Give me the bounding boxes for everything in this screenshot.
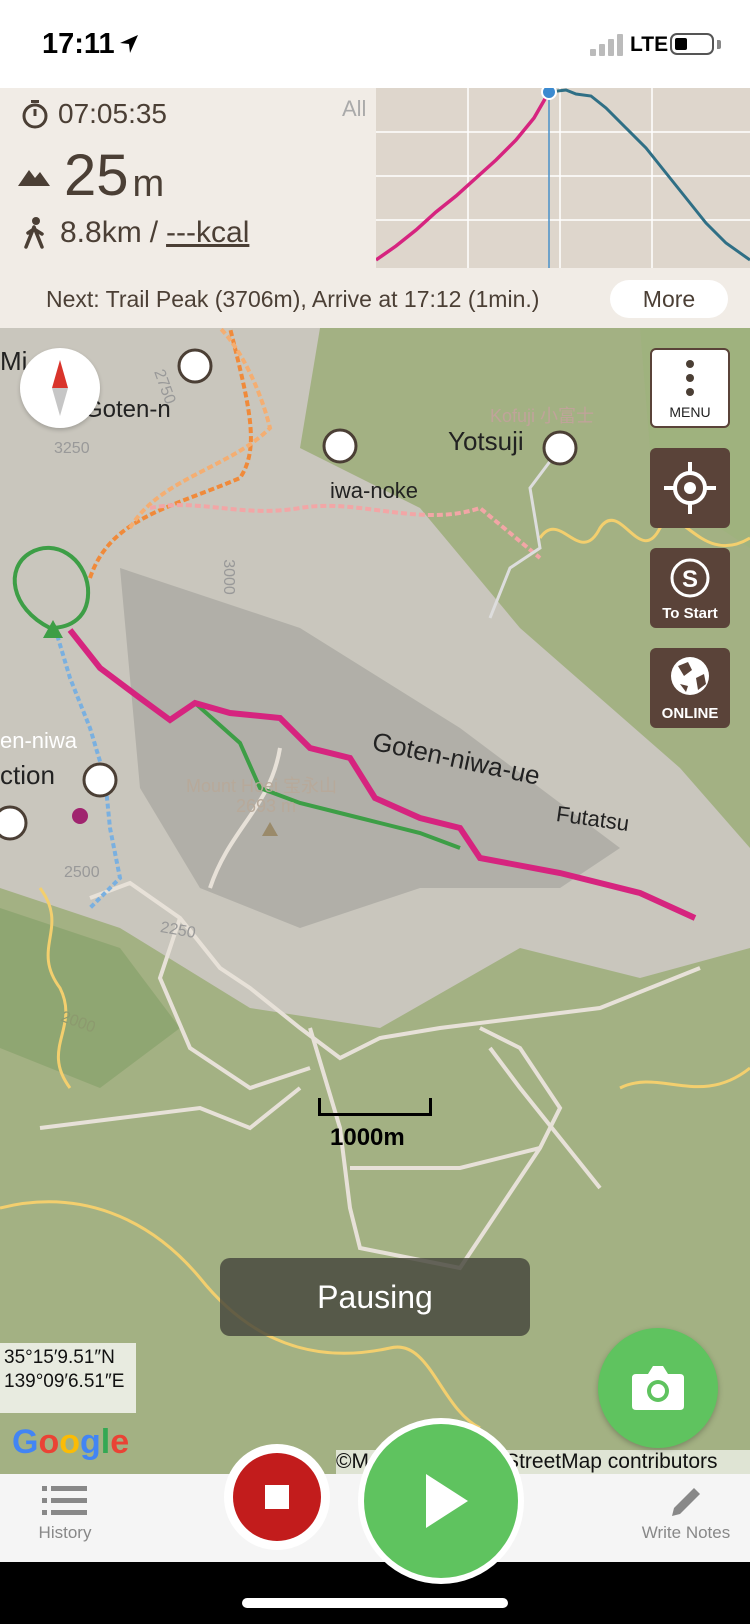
map-label-hoei-elevation: 2693 m [236, 796, 297, 816]
to-start-label: To Start [662, 605, 718, 622]
latitude: 35°15′9.51″N [4, 1347, 115, 1368]
svg-text:S: S [682, 566, 698, 593]
camera-icon [632, 1366, 684, 1410]
map-label-en-niwa: en-niwa [0, 728, 78, 753]
play-icon [364, 1424, 518, 1578]
camera-button[interactable] [598, 1328, 718, 1448]
list-icon [42, 1486, 87, 1515]
battery-icon [670, 33, 714, 55]
distance-separator: / [149, 216, 159, 249]
crosshair-icon [664, 462, 716, 514]
menu-button-label: MENU [669, 404, 711, 420]
history-tab[interactable]: History [30, 1484, 100, 1543]
location-arrow-icon [120, 35, 138, 53]
mountain-icon [18, 169, 50, 186]
walking-icon [24, 217, 44, 249]
online-label: ONLINE [661, 705, 719, 722]
next-waypoint-bar: Next: Trail Peak (3706m), Arrive at 17:1… [0, 272, 750, 328]
write-notes-label: Write Notes [641, 1523, 731, 1542]
elevation-row: 25 m [18, 142, 164, 209]
contour-label-3250: 3250 [54, 440, 90, 457]
current-location-button[interactable] [650, 448, 730, 528]
elapsed-row: 07:05:35 [20, 98, 167, 130]
elevation-unit: m [132, 163, 165, 205]
pencil-icon [672, 1488, 700, 1516]
distance-value: 8.8km [60, 216, 142, 249]
compass-button[interactable] [20, 348, 100, 428]
activity-summary: 07:05:35 25 m 8.8km / ---kcal All [0, 84, 750, 272]
distance-row: 8.8km / ---kcal [22, 216, 249, 250]
coordinates-readout: 35°15′9.51″N 139°09′6.51″E [0, 1343, 136, 1413]
stop-icon [233, 1453, 321, 1541]
resume-button[interactable] [358, 1418, 524, 1584]
elevation-profile-chart[interactable] [374, 84, 750, 268]
pausing-indicator: Pausing [220, 1258, 530, 1336]
map-scale-bar [318, 1098, 432, 1116]
more-vertical-icon [686, 360, 694, 396]
battery-cap [717, 40, 721, 49]
map-label-mount-hoei: Mount Hoei 宝永山 [186, 776, 338, 796]
map-label-yotsuji: Yotsuji [448, 426, 524, 456]
stopwatch-icon [22, 100, 48, 129]
map-label-ction: ction [0, 760, 55, 790]
online-map-button[interactable]: ONLINE [650, 648, 730, 728]
status-bar: 17:11 LTE [0, 0, 750, 88]
network-type: LTE [630, 33, 669, 56]
status-time: 17:11 [42, 28, 115, 60]
compass-icon [52, 360, 68, 416]
menu-button[interactable]: MENU [650, 348, 730, 428]
google-logo: Google [12, 1423, 130, 1461]
next-waypoint-text: Next: Trail Peak (3706m), Arrive at 17:1… [46, 286, 540, 312]
longitude: 139°09′6.51″E [4, 1371, 125, 1392]
profile-range-label: All [342, 96, 367, 121]
start-s-icon: S [670, 558, 710, 598]
more-button[interactable]: More [610, 280, 728, 318]
history-label: History [38, 1523, 92, 1542]
map-label-iwa-noke: iwa-noke [330, 478, 419, 503]
map-view[interactable]: Mi Goten-n Yotsuji Kofuji 小富士 iwa-noke G… [0, 328, 750, 1474]
elapsed-time: 07:05:35 [58, 98, 167, 129]
map-scale-label: 1000m [330, 1124, 405, 1151]
globe-icon [671, 657, 709, 695]
map-label-kofuji: Kofuji 小富士 [490, 406, 595, 426]
write-notes-tab[interactable]: Write Notes [636, 1484, 736, 1543]
to-start-button[interactable]: S To Start [650, 548, 730, 628]
contour-label-2500: 2500 [64, 864, 100, 881]
home-indicator[interactable] [242, 1598, 508, 1608]
calories-link[interactable]: ---kcal [166, 216, 249, 250]
stop-recording-button[interactable] [224, 1444, 330, 1550]
elevation-profile-graph [374, 84, 750, 268]
signal-icon [590, 34, 623, 56]
elevation-value: 25 [64, 143, 129, 208]
contour-label-3000: 3000 [219, 559, 237, 595]
